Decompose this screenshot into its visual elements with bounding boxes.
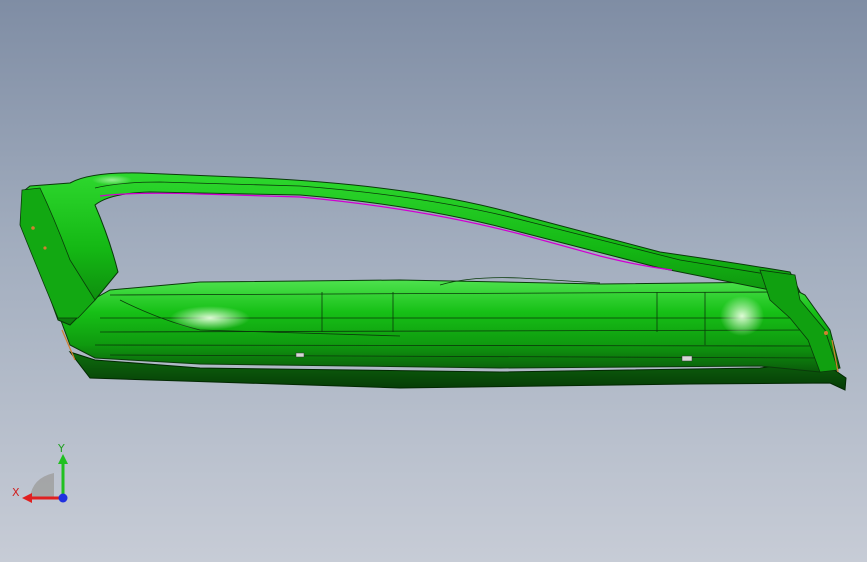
axis-triad-graphic: Y X xyxy=(12,442,68,503)
y-axis-arrowhead xyxy=(58,454,68,464)
axis-triad: Y X xyxy=(10,440,80,510)
shine-right xyxy=(720,296,764,336)
model-canvas[interactable] xyxy=(0,0,867,562)
shine-left xyxy=(170,306,250,330)
3d-viewport[interactable] xyxy=(0,0,867,562)
z-axis-dot xyxy=(58,493,68,503)
y-axis-label: Y xyxy=(57,442,65,455)
x-axis-arrowhead xyxy=(22,493,32,503)
triad-plane-icon xyxy=(30,473,54,498)
x-axis-label: X xyxy=(12,486,20,499)
shine-arch xyxy=(92,175,132,185)
